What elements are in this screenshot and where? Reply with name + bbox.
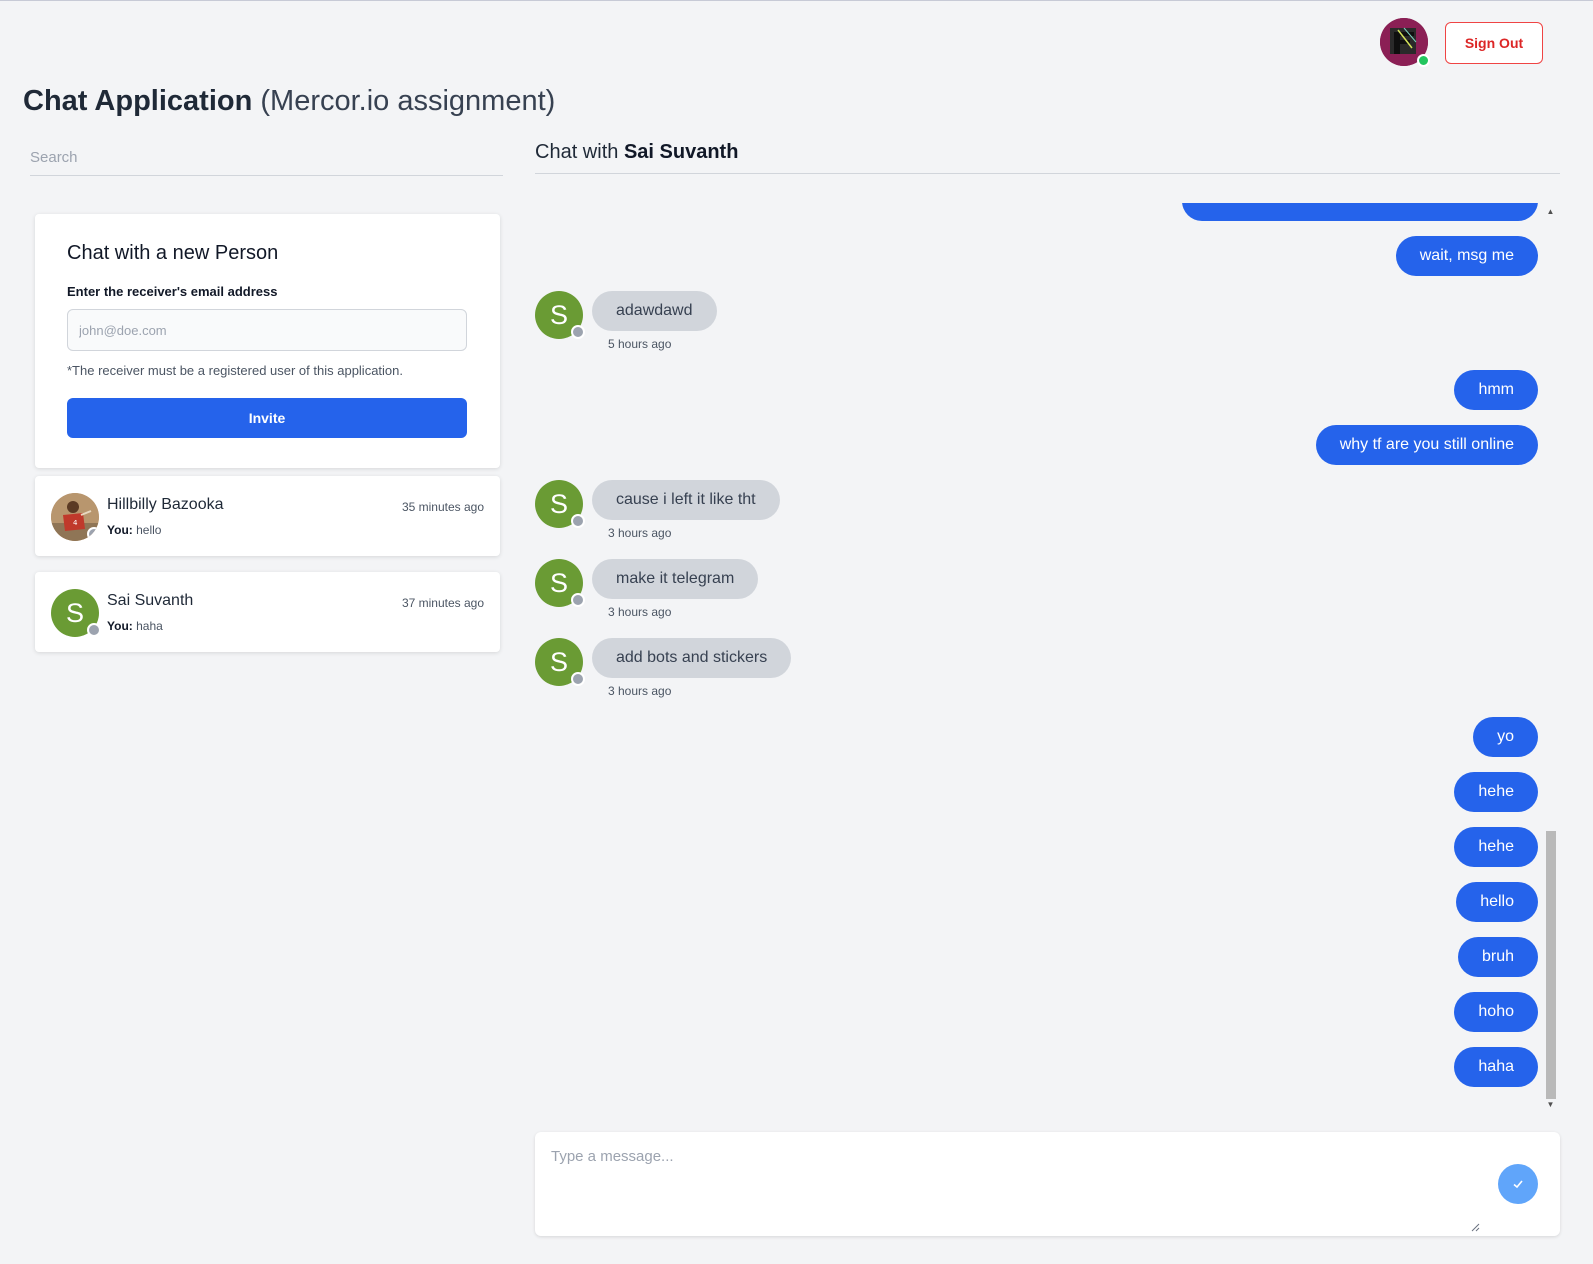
message-bubble: wait, msg me <box>1395 236 1538 276</box>
message-bubble: hoho <box>1454 992 1538 1032</box>
offline-status-dot <box>87 623 101 637</box>
chat-header: Chat with Sai Suvanth <box>535 141 1560 174</box>
message-row: hoho <box>535 992 1538 1032</box>
message-bubble: add bots and stickers <box>592 638 792 678</box>
message-time: 3 hours ago <box>608 526 672 540</box>
top-bar: Sign Out <box>0 18 1593 67</box>
search-bar <box>30 139 503 176</box>
page-title-main: Chat Application <box>23 85 253 117</box>
offline-status-dot <box>571 672 585 686</box>
scrollbar-thumb[interactable] <box>1546 831 1556 1099</box>
message-row-partial <box>535 203 1538 226</box>
message-composer <box>535 1132 1560 1236</box>
resize-handle-icon[interactable] <box>1470 1222 1480 1232</box>
triangle-down-icon[interactable]: ▼ <box>1543 1099 1558 1111</box>
conversation-time: 35 minutes ago <box>401 500 484 514</box>
avatar-initial: S <box>65 597 84 628</box>
offline-status-dot <box>87 527 99 541</box>
message-bubble: hehe <box>1454 827 1538 867</box>
preview-prefix: You: <box>107 523 133 537</box>
message-bubble: bruh <box>1457 937 1538 977</box>
new-chat-heading: Chat with a new Person <box>67 242 279 264</box>
email-hint: *The receiver must be a registered user … <box>67 363 404 378</box>
conversation-time: 37 minutes ago <box>401 596 484 610</box>
sender-avatar: S <box>535 559 585 607</box>
send-button[interactable] <box>1498 1164 1538 1204</box>
avatar: S <box>51 589 101 637</box>
conversation-preview: You: hello <box>107 523 161 537</box>
chat-title-prefix: Chat with <box>535 141 619 163</box>
preview-text: hello <box>136 523 162 537</box>
svg-text:4: 4 <box>73 519 78 527</box>
conversation-name: Sai Suvanth <box>107 592 194 609</box>
sender-avatar: S <box>535 480 585 528</box>
page-title: Chat Application (Mercor.io assignment) <box>23 85 555 118</box>
message-time: 3 hours ago <box>608 605 672 619</box>
email-field-label: Enter the receiver's email address <box>67 284 278 299</box>
email-field[interactable] <box>67 309 467 351</box>
message-time: 5 hours ago <box>608 337 672 351</box>
current-user-avatar[interactable] <box>1380 18 1430 67</box>
message-bubble: adawdawd <box>592 291 717 331</box>
message-row: yo <box>535 717 1538 757</box>
sign-out-button[interactable]: Sign Out <box>1445 22 1543 64</box>
message-row: hello <box>535 882 1538 922</box>
message-time: 3 hours ago <box>608 684 672 698</box>
message-bubble: yo <box>1473 717 1538 757</box>
avatar: 4 <box>51 493 99 541</box>
message-input[interactable] <box>551 1148 1481 1228</box>
conversation-item-hillbilly-bazooka[interactable]: 4 Hillbilly Bazooka 35 minutes ago You: … <box>35 476 500 556</box>
offline-status-dot <box>571 514 585 528</box>
avatar-initial: S <box>549 488 568 519</box>
invite-button[interactable]: Invite <box>67 398 467 438</box>
message-row: haha <box>535 1047 1538 1087</box>
message-row: hehe <box>535 827 1538 867</box>
check-icon <box>1513 1180 1523 1189</box>
message-bubble: hello <box>1456 882 1538 922</box>
message-row: wait, msg me <box>535 236 1538 276</box>
message-row: bruh <box>535 937 1538 977</box>
online-status-dot <box>1417 54 1430 67</box>
search-input[interactable] <box>30 139 503 175</box>
message-list-scrollbar[interactable]: ▲ ▼ <box>1543 206 1558 1111</box>
offline-status-dot <box>571 593 585 607</box>
sender-avatar: S <box>535 638 585 686</box>
conversation-name: Hillbilly Bazooka <box>107 496 224 513</box>
avatar-initial: S <box>549 567 568 598</box>
message-bubble: hmm <box>1454 370 1538 410</box>
preview-text: haha <box>136 619 163 633</box>
message-list[interactable]: wait, msg me S adawdawd 5 hours ago hmm … <box>535 203 1560 1111</box>
avatar-initial: S <box>549 299 568 330</box>
message-bubble: haha <box>1454 1047 1538 1087</box>
message-row: hehe <box>535 772 1538 812</box>
message-bubble: cause i left it like tht <box>592 480 780 520</box>
triangle-up-icon[interactable]: ▲ <box>1543 206 1558 218</box>
message-row: why tf are you still online <box>535 425 1538 465</box>
preview-prefix: You: <box>107 619 133 633</box>
chat-partner-name: Sai Suvanth <box>623 141 739 163</box>
message-bubble: make it telegram <box>592 559 759 599</box>
page-title-subtitle: (Mercor.io assignment) <box>260 85 556 117</box>
conversation-preview: You: haha <box>107 619 163 633</box>
message-row: hmm <box>535 370 1538 410</box>
offline-status-dot <box>571 325 585 339</box>
message-bubble: why tf are you still online <box>1315 425 1538 465</box>
new-chat-card: Chat with a new Person Enter the receive… <box>35 214 500 468</box>
message-bubble-cut-off <box>1182 203 1538 221</box>
sender-avatar: S <box>535 291 585 339</box>
avatar-initial: S <box>549 646 568 677</box>
conversation-item-sai-suvanth[interactable]: S Sai Suvanth 37 minutes ago You: haha <box>35 572 500 652</box>
message-bubble: hehe <box>1454 772 1538 812</box>
